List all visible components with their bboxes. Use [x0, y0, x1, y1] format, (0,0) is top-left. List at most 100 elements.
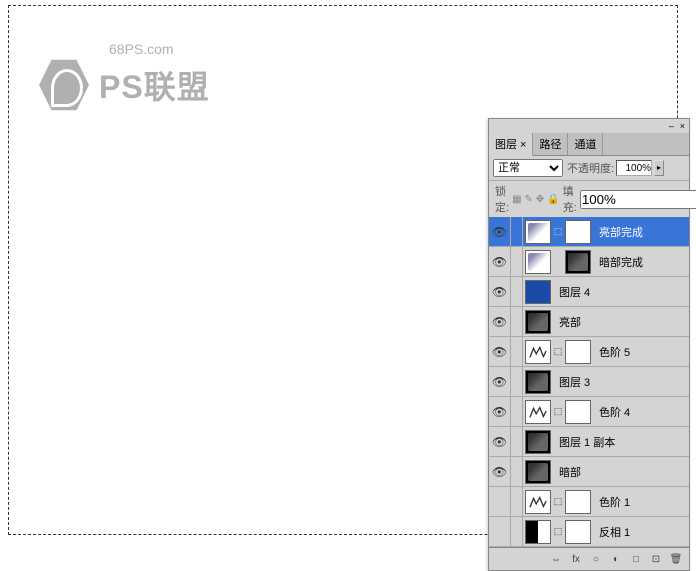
eye-icon: 👁 [492, 225, 507, 239]
visibility-toggle[interactable]: 👁 [489, 427, 511, 456]
visibility-toggle[interactable] [489, 517, 511, 546]
visibility-toggle[interactable]: 👁 [489, 457, 511, 486]
watermark: 68PS.com PS联盟 [39, 41, 210, 113]
link-col [511, 307, 523, 336]
layers-list: 👁 ⬚ 亮部完成 👁 暗部完成 👁 图层 4 👁 亮部 👁 ⬚ 色阶 5 👁 图层 3 👁 ⬚ 色阶 4 👁 图层 … [489, 217, 689, 547]
layer-name-label[interactable]: 图层 4 [559, 284, 590, 300]
layer-row[interactable]: 👁 ⬚ 亮部完成 [489, 217, 689, 247]
link-col [511, 427, 523, 456]
close-icon[interactable]: × [680, 121, 685, 131]
layer-row[interactable]: 👁 ⬚ 色阶 5 [489, 337, 689, 367]
layer-name-label[interactable]: 色阶 1 [599, 494, 630, 510]
layer-name-label[interactable]: 暗部 [559, 464, 581, 480]
mask-link-icon[interactable]: ⬚ [553, 406, 563, 417]
mask-link-icon[interactable]: ⬚ [553, 226, 563, 237]
layer-name-label[interactable]: 亮部 [559, 314, 581, 330]
link-col [511, 217, 523, 246]
opacity-input[interactable] [616, 160, 652, 176]
logo-hex-icon [39, 57, 89, 113]
layer-thumb[interactable] [525, 370, 551, 394]
layer-mask-thumb[interactable] [565, 490, 591, 514]
panel-bottom-bar: ⇔ fx ○ ◐ □ ⊡ 🗑 [489, 547, 689, 570]
eye-icon: 👁 [492, 345, 507, 359]
layer-row[interactable]: 👁 暗部完成 [489, 247, 689, 277]
levels-adjustment-icon[interactable] [525, 400, 551, 424]
panel-tabs: 图层 × 路径 通道 [489, 133, 689, 156]
visibility-toggle[interactable]: 👁 [489, 397, 511, 426]
tab-paths[interactable]: 路径 [533, 133, 568, 155]
watermark-text: PS联盟 [99, 62, 210, 108]
layer-row[interactable]: 👁 亮部 [489, 307, 689, 337]
visibility-toggle[interactable]: 👁 [489, 247, 511, 276]
layer-mask-thumb[interactable] [565, 340, 591, 364]
eye-icon: 👁 [492, 285, 507, 299]
opacity-flyout-icon[interactable]: ▸ [654, 160, 664, 176]
panel-controls: – × [489, 119, 689, 133]
layer-row[interactable]: 👁 图层 4 [489, 277, 689, 307]
layer-row[interactable]: 👁 图层 1 副本 [489, 427, 689, 457]
mask-link-icon[interactable]: ⬚ [553, 526, 563, 537]
lock-pixels-icon[interactable]: ✎ [525, 192, 533, 206]
tab-layers[interactable]: 图层 × [489, 133, 533, 156]
fill-label: 填充: [563, 183, 577, 215]
visibility-toggle[interactable]: 👁 [489, 367, 511, 396]
layer-name-label[interactable]: 亮部完成 [599, 224, 643, 240]
link-layers-icon[interactable]: ⇔ [547, 551, 565, 567]
layer-name-label[interactable]: 色阶 4 [599, 404, 630, 420]
opacity-label: 不透明度: [567, 160, 614, 176]
layer-thumb[interactable] [525, 460, 551, 484]
blend-mode-select[interactable]: 正常 [493, 159, 563, 177]
group-icon[interactable]: □ [627, 551, 645, 567]
link-col [511, 397, 523, 426]
layer-name-label[interactable]: 色阶 5 [599, 344, 630, 360]
trash-icon[interactable]: 🗑 [667, 551, 685, 567]
layer-mask-thumb[interactable] [565, 250, 591, 274]
mask-link-icon[interactable]: ⬚ [553, 346, 563, 357]
eye-icon: 👁 [492, 375, 507, 389]
layer-thumb[interactable] [525, 250, 551, 274]
mask-icon[interactable]: ○ [587, 551, 605, 567]
lock-position-icon[interactable]: ✥ [536, 192, 544, 206]
lock-fill-row: 锁定: ▦ ✎ ✥ 🔒 填充: ▸ [489, 180, 689, 217]
layer-row[interactable]: 👁 图层 3 [489, 367, 689, 397]
link-col [511, 337, 523, 366]
new-layer-icon[interactable]: ⊡ [647, 551, 665, 567]
adjustment-icon[interactable]: ◐ [607, 551, 625, 567]
layer-name-label[interactable]: 反相 1 [599, 524, 630, 540]
mask-link-icon[interactable]: ⬚ [553, 496, 563, 507]
layer-thumb[interactable] [525, 280, 551, 304]
visibility-toggle[interactable]: 👁 [489, 217, 511, 246]
lock-transparent-icon[interactable]: ▦ [512, 192, 521, 206]
link-col [511, 487, 523, 516]
eye-icon: 👁 [492, 315, 507, 329]
link-col [511, 367, 523, 396]
layer-mask-thumb[interactable] [565, 520, 591, 544]
layer-row[interactable]: ⬚ 色阶 1 [489, 487, 689, 517]
layer-row[interactable]: ⬚ 反相 1 [489, 517, 689, 547]
visibility-toggle[interactable]: 👁 [489, 337, 511, 366]
invert-adjustment-icon[interactable] [525, 520, 551, 544]
visibility-toggle[interactable] [489, 487, 511, 516]
fill-input[interactable] [580, 190, 696, 209]
layer-name-label[interactable]: 图层 3 [559, 374, 590, 390]
layer-name-label[interactable]: 暗部完成 [599, 254, 643, 270]
layer-thumb[interactable] [525, 220, 551, 244]
layer-mask-thumb[interactable] [565, 220, 591, 244]
levels-adjustment-icon[interactable] [525, 340, 551, 364]
layer-name-label[interactable]: 图层 1 副本 [559, 434, 615, 450]
lock-all-icon[interactable]: 🔒 [547, 192, 559, 206]
levels-adjustment-icon[interactable] [525, 490, 551, 514]
fx-icon[interactable]: fx [567, 551, 585, 567]
watermark-logo: PS联盟 [39, 57, 210, 113]
tab-channels[interactable]: 通道 [568, 133, 603, 155]
layer-row[interactable]: 👁 暗部 [489, 457, 689, 487]
layer-thumb[interactable] [525, 430, 551, 454]
visibility-toggle[interactable]: 👁 [489, 277, 511, 306]
layers-panel: – × 图层 × 路径 通道 正常 不透明度: ▸ 锁定: ▦ ✎ ✥ 🔒 填充… [488, 118, 690, 571]
layer-row[interactable]: 👁 ⬚ 色阶 4 [489, 397, 689, 427]
visibility-toggle[interactable]: 👁 [489, 307, 511, 336]
watermark-url: 68PS.com [109, 41, 210, 57]
layer-thumb[interactable] [525, 310, 551, 334]
minimize-icon[interactable]: – [669, 121, 674, 131]
layer-mask-thumb[interactable] [565, 400, 591, 424]
